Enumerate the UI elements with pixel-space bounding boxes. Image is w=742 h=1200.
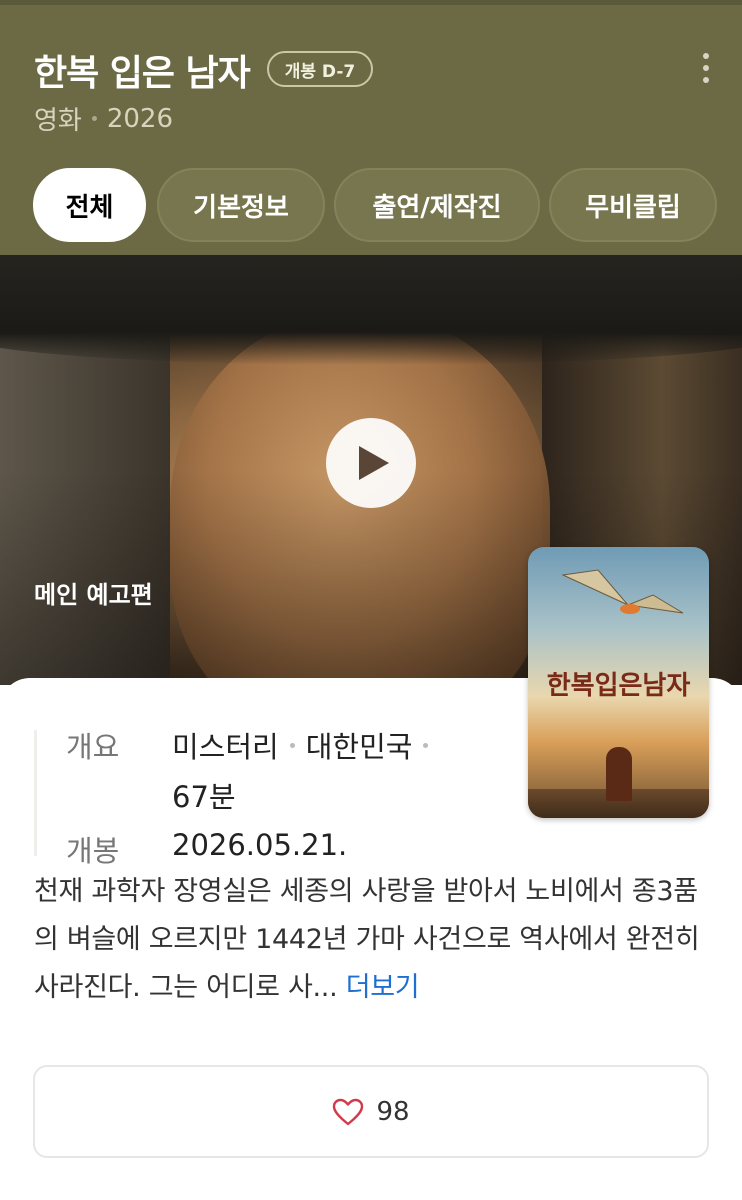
play-button[interactable] [326, 418, 416, 508]
separator-dot [423, 742, 429, 748]
tab-cast-crew[interactable]: 출연/제작진 [334, 168, 540, 242]
movie-poster[interactable]: 한복입은남자 [528, 547, 709, 818]
poster-title: 한복입은남자 [546, 671, 691, 701]
flying-machine-image [561, 569, 684, 614]
genre-text: 미스터리 [172, 730, 279, 764]
poster-figure [606, 747, 632, 801]
movie-title: 한복 입은 남자 [34, 53, 251, 94]
heart-icon [333, 1098, 364, 1125]
more-link[interactable]: 더보기 [346, 972, 420, 1003]
subtitle: 영화 2026 [34, 100, 173, 137]
header: 한복 입은 남자 개봉 D-7 영화 2026 전체 기본정보 출연/제작진 무… [0, 0, 742, 255]
tab-all[interactable]: 전체 [33, 168, 146, 242]
release-label: 개봉 [66, 834, 120, 868]
category-text: 영화 [34, 106, 82, 136]
overview-values: 미스터리 대한민국 [172, 724, 439, 766]
more-options-icon[interactable] [694, 50, 718, 86]
release-badge: 개봉 D-7 [267, 51, 373, 87]
year-text: 2026 [106, 103, 174, 134]
separator-dot [91, 116, 97, 121]
release-date: 2026.05.21. [172, 828, 348, 862]
overview-label: 개요 [66, 730, 120, 764]
tab-movie-clip[interactable]: 무비클립 [549, 168, 717, 242]
like-count: 98 [376, 1096, 410, 1127]
movie-page: 한복 입은 남자 개봉 D-7 영화 2026 전체 기본정보 출연/제작진 무… [0, 0, 742, 1200]
trailer-label: 메인 예고편 [34, 581, 153, 609]
synopsis: 천재 과학자 장영실은 세종의 사랑을 받아서 노비에서 종3품의 벼슬에 오르… [34, 868, 714, 1012]
separator-dot [289, 742, 295, 748]
runtime-text: 67분 [172, 780, 236, 814]
like-button[interactable]: 98 [33, 1065, 709, 1158]
tab-basic-info[interactable]: 기본정보 [157, 168, 325, 242]
play-icon [359, 446, 389, 480]
info-divider [34, 730, 37, 856]
country-text: 대한민국 [305, 730, 413, 764]
